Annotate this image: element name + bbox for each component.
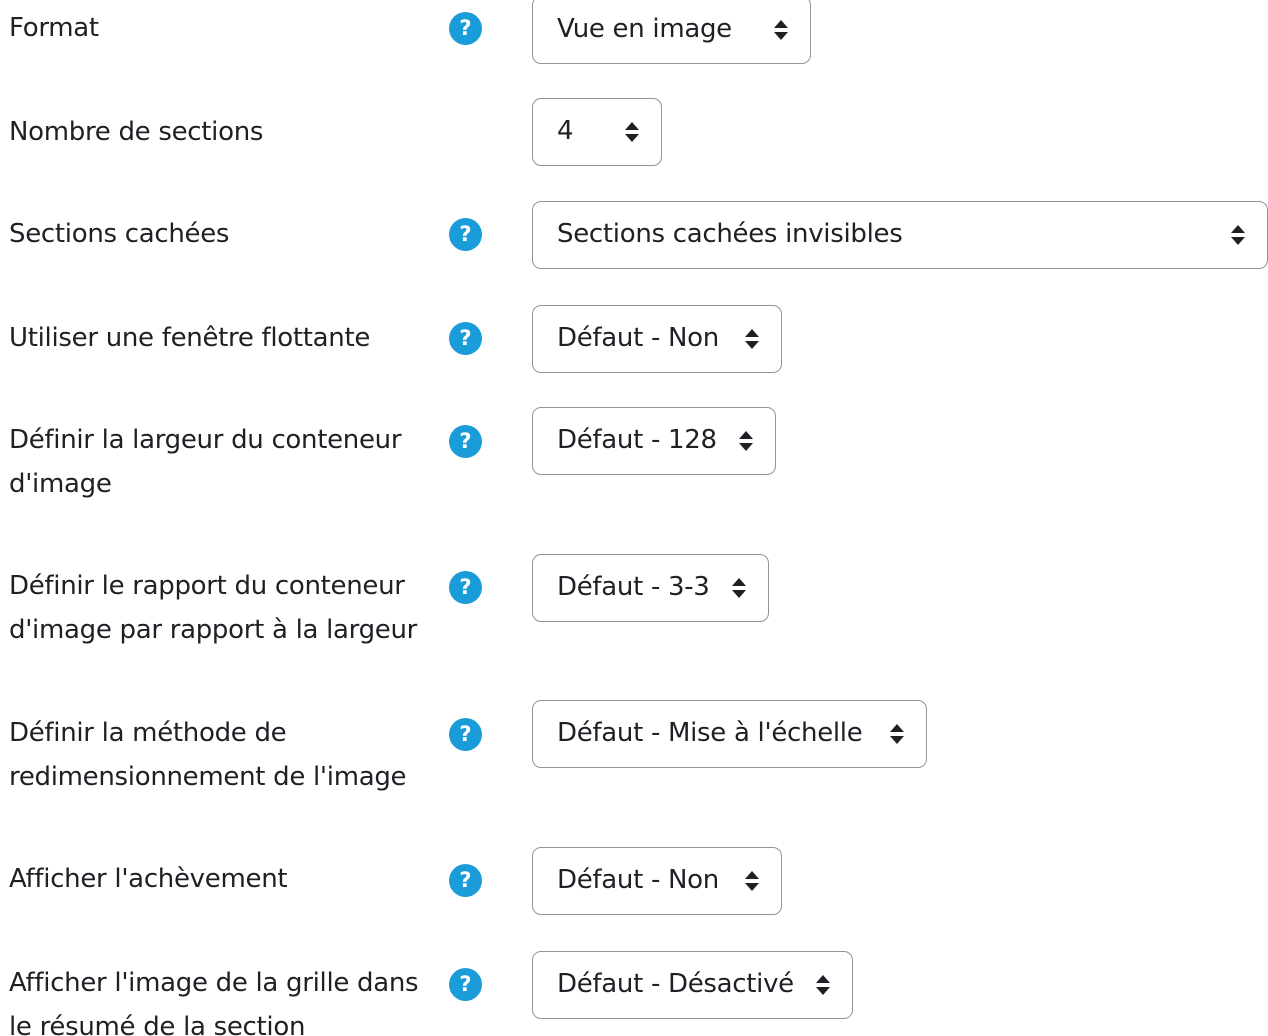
chevron-up-down-icon xyxy=(774,19,788,41)
chevron-up-down-icon xyxy=(739,430,753,452)
help-image-container-ratio-question-icon[interactable]: ? xyxy=(449,571,482,604)
select-hidden-sections-value: Sections cachées invisibles xyxy=(557,219,903,249)
chevron-up-down-icon xyxy=(745,328,759,350)
select-image-container-width-value: Défaut - 128 xyxy=(557,425,717,455)
select-popup-window-value: Défaut - Non xyxy=(557,323,719,353)
label-image-container-width: Définir la largeur du conteneur d'image xyxy=(9,425,402,499)
select-image-container-ratio[interactable]: Défaut - 3-3 xyxy=(532,554,769,622)
chevron-up-down-icon xyxy=(816,974,830,996)
label-image-resize-method: Définir la méthode de redimensionnement … xyxy=(9,718,407,792)
label-number-of-sections: Nombre de sections xyxy=(9,117,264,147)
select-format[interactable]: Vue en image xyxy=(532,0,811,64)
label-popup-window: Utiliser une fenêtre flottante xyxy=(9,323,371,353)
help-format-question-icon[interactable]: ? xyxy=(449,12,482,45)
chevron-up-down-icon xyxy=(745,870,759,892)
help-show-completion-question-icon[interactable]: ? xyxy=(449,864,482,897)
help-image-container-width-question-icon[interactable]: ? xyxy=(449,425,482,458)
select-number-of-sections-value: 4 xyxy=(557,116,574,146)
select-number-of-sections[interactable]: 4 xyxy=(532,98,662,166)
help-popup-window-question-icon[interactable]: ? xyxy=(449,322,482,355)
chevron-up-down-icon xyxy=(625,121,639,143)
label-show-completion: Afficher l'achèvement xyxy=(9,864,288,894)
select-show-completion[interactable]: Défaut - Non xyxy=(532,847,782,915)
select-popup-window[interactable]: Défaut - Non xyxy=(532,305,782,373)
select-grid-image-in-summary-value: Défaut - Désactivé xyxy=(557,969,794,999)
help-hidden-sections-question-icon[interactable]: ? xyxy=(449,218,482,251)
label-grid-image-in-summary: Afficher l'image de la grille dans le ré… xyxy=(9,968,419,1036)
select-image-container-ratio-value: Défaut - 3-3 xyxy=(557,572,710,602)
select-image-resize-method[interactable]: Défaut - Mise à l'échelle xyxy=(532,700,927,768)
chevron-up-down-icon xyxy=(1231,224,1245,246)
select-image-resize-method-value: Défaut - Mise à l'échelle xyxy=(557,718,863,748)
help-image-resize-method-question-icon[interactable]: ? xyxy=(449,718,482,751)
label-hidden-sections: Sections cachées xyxy=(9,219,230,249)
select-hidden-sections[interactable]: Sections cachées invisibles xyxy=(532,201,1268,269)
label-format: Format xyxy=(9,13,99,43)
label-image-container-ratio: Définir le rapport du conteneur d'image … xyxy=(9,571,418,645)
select-show-completion-value: Défaut - Non xyxy=(557,865,719,895)
select-image-container-width[interactable]: Défaut - 128 xyxy=(532,407,776,475)
select-grid-image-in-summary[interactable]: Défaut - Désactivé xyxy=(532,951,853,1019)
chevron-up-down-icon xyxy=(732,577,746,599)
select-format-value: Vue en image xyxy=(557,14,732,44)
chevron-up-down-icon xyxy=(890,723,904,745)
help-grid-image-in-summary-question-icon[interactable]: ? xyxy=(449,968,482,1001)
